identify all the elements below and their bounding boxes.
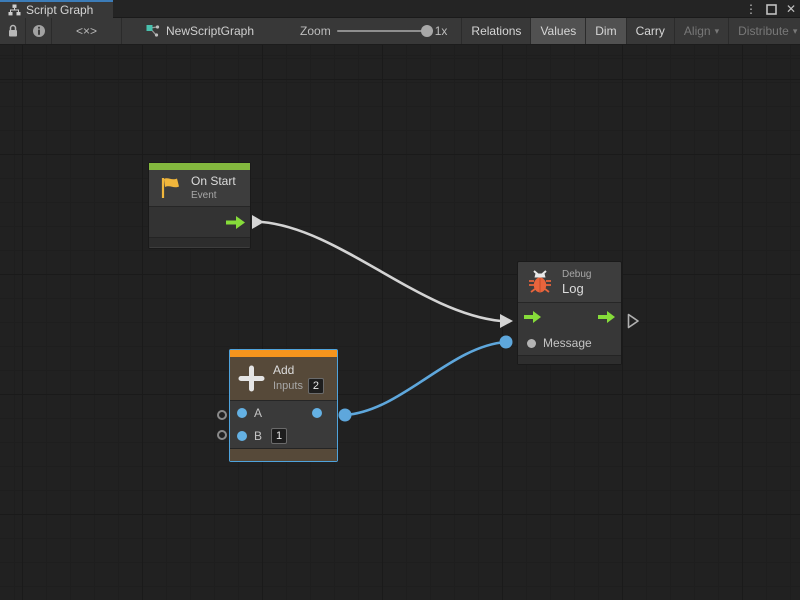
graph-hierarchy-icon [8, 4, 21, 16]
title-bar: Script Graph ⋮ ✕ [0, 0, 800, 18]
zoom-label: Zoom [300, 24, 331, 38]
lock-button[interactable] [0, 18, 26, 44]
graph-asset-icon [146, 24, 160, 38]
chevron-down-icon: ▾ [793, 26, 798, 37]
zoom-value: 1x [435, 24, 448, 38]
chevron-down-icon: ▾ [715, 26, 720, 37]
window-menu-icon[interactable]: ⋮ [745, 0, 757, 18]
align-dropdown[interactable]: Align ▾ [675, 18, 729, 44]
tab-title: Script Graph [26, 3, 93, 17]
align-label: Align [684, 24, 711, 38]
wires-layer [0, 45, 800, 600]
wire-value-add-to-message[interactable] [339, 336, 513, 422]
info-icon [32, 24, 46, 38]
toolbar-left-group: <×> [0, 18, 122, 44]
zoom-control: Zoom 1x [266, 18, 455, 44]
maximize-icon[interactable] [766, 4, 777, 15]
graph-toolbar: <×> NewScriptGraph Zoom 1x Relations Val… [0, 18, 800, 45]
toolbar-actions: Relations Values Dim Carry Align ▾ Distr… [461, 18, 800, 44]
dim-button[interactable]: Dim [586, 18, 626, 44]
tab-script-graph[interactable]: Script Graph [0, 0, 113, 18]
wire-flow-onstart-to-log[interactable] [252, 215, 513, 328]
graph-name-display[interactable]: NewScriptGraph [122, 18, 266, 44]
relations-button[interactable]: Relations [462, 18, 531, 44]
distribute-label: Distribute [738, 24, 789, 38]
window-controls: ⋮ ✕ [745, 0, 796, 18]
graph-name-label: NewScriptGraph [166, 24, 254, 38]
values-button[interactable]: Values [531, 18, 586, 44]
lock-icon [7, 24, 19, 38]
zoom-slider-knob[interactable] [421, 25, 433, 37]
distribute-dropdown[interactable]: Distribute ▾ [729, 18, 800, 44]
zoom-slider[interactable] [337, 30, 429, 32]
code-view-button[interactable]: <×> [52, 18, 122, 44]
code-icon: <×> [76, 24, 97, 38]
info-button[interactable] [26, 18, 52, 44]
close-icon[interactable]: ✕ [786, 0, 796, 18]
graph-canvas[interactable]: On Start Event [0, 45, 800, 600]
carry-button[interactable]: Carry [627, 18, 675, 44]
